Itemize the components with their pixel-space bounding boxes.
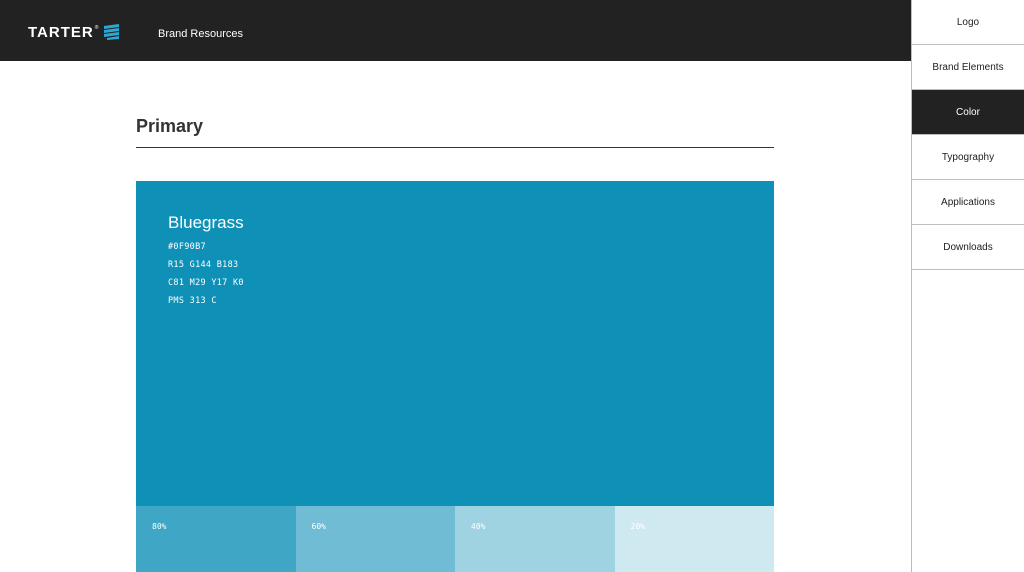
tint-label: 60%	[311, 522, 326, 531]
sidebar-item-applications[interactable]: Applications	[912, 180, 1024, 225]
tarter-wave-mark-icon	[104, 24, 120, 40]
color-swatch-primary: Bluegrass #0F90B7 R15 G144 B183 C81 M29 …	[136, 181, 774, 506]
brand-resources-link[interactable]: Brand Resources	[158, 28, 243, 40]
section-title: Primary	[136, 116, 204, 136]
tint-swatch-60: 60%	[295, 506, 455, 572]
sidebar-item-label: Downloads	[943, 241, 993, 253]
logo-registered-mark: ®	[94, 25, 99, 31]
sidebar-item-brand-elements[interactable]: Brand Elements	[912, 45, 1024, 90]
sidebar-item-typography[interactable]: Typography	[912, 135, 1024, 180]
sidebar-item-color[interactable]: Color	[912, 90, 1024, 135]
swatch-rgb-value: R15 G144 B183	[168, 260, 239, 270]
sidebar-item-label: Color	[956, 106, 980, 118]
sidebar-item-label: Typography	[941, 151, 995, 163]
tint-label: 40%	[471, 522, 486, 531]
tint-strip: 80% 60% 40% 20%	[136, 506, 774, 572]
tint-label: 20%	[630, 522, 645, 531]
top-header: TARTER ® Brand Resources	[0, 0, 911, 61]
sidebar-item-label: Logo	[956, 16, 980, 28]
tint-swatch-80: 80%	[136, 506, 296, 572]
tint-label: 80%	[152, 522, 167, 531]
sidebar-item-logo[interactable]: Logo	[912, 0, 1024, 45]
section-divider	[136, 147, 774, 148]
sidebar-item-downloads[interactable]: Downloads	[912, 225, 1024, 270]
swatch-hex-value: #0F90B7	[168, 242, 206, 252]
sidebar-item-label: Applications	[941, 196, 995, 208]
swatch-color-name: Bluegrass	[168, 213, 244, 232]
logo-text: TARTER	[28, 23, 94, 41]
tarter-logo[interactable]: TARTER ®	[28, 22, 120, 42]
sidebar-nav: Logo Brand Elements Color Typography App…	[911, 0, 1024, 572]
swatch-pms-value: PMS 313 C	[168, 296, 217, 306]
tint-swatch-20: 20%	[614, 506, 774, 572]
swatch-cmyk-value: C81 M29 Y17 K0	[168, 278, 244, 288]
sidebar-item-label: Brand Elements	[932, 61, 1004, 73]
tint-swatch-40: 40%	[455, 506, 615, 572]
